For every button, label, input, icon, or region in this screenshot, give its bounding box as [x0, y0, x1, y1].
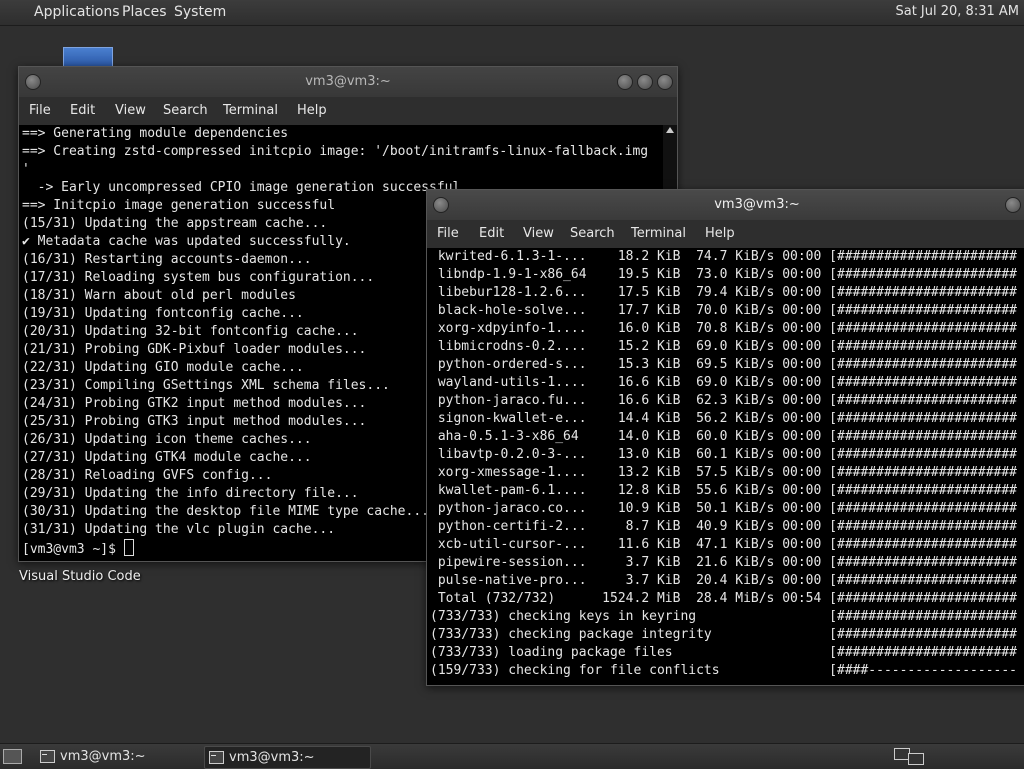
menu-view[interactable]: View — [115, 103, 146, 118]
terminal-line: ' — [22, 162, 30, 177]
titlebar[interactable]: vm3@vm3:~ — [427, 190, 1024, 220]
menu-search[interactable]: Search — [163, 103, 208, 118]
menu-help[interactable]: Help — [297, 103, 327, 118]
minimize-icon[interactable] — [617, 74, 633, 90]
places-menu[interactable]: Places — [122, 4, 167, 20]
terminal-line: libavtp-0.2.0-3-... 13.0 KiB 60.1 KiB/s … — [430, 447, 1017, 462]
terminal-icon — [40, 750, 55, 763]
minimize-icon[interactable] — [1005, 197, 1021, 213]
applications-menu[interactable]: Applications — [34, 4, 120, 20]
terminal-line: xorg-xmessage-1.... 13.2 KiB 57.5 KiB/s … — [430, 465, 1017, 480]
terminal-output[interactable]: kwrited-6.1.3-1-... 18.2 KiB 74.7 KiB/s … — [427, 248, 1024, 685]
vscode-desktop-label[interactable]: Visual Studio Code — [19, 569, 141, 584]
terminal-line: (159/733) checking for file conflicts [#… — [430, 663, 1017, 678]
window-menu-icon[interactable] — [25, 74, 41, 90]
menu-file[interactable]: File — [437, 226, 459, 241]
menu-help[interactable]: Help — [705, 226, 735, 241]
terminal-line: python-jaraco.fu... 16.6 KiB 62.3 KiB/s … — [430, 393, 1017, 408]
terminal-line: libmicrodns-0.2.... 15.2 KiB 69.0 KiB/s … — [430, 339, 1017, 354]
task-label: vm3@vm3:~ — [229, 750, 315, 765]
terminal-line: (733/733) checking package integrity [##… — [430, 627, 1017, 642]
terminal-line: python-ordered-s... 15.3 KiB 69.5 KiB/s … — [430, 357, 1017, 372]
menubar: File Edit View Search Terminal Help — [19, 97, 677, 125]
terminal-line: kwallet-pam-6.1.... 12.8 KiB 55.6 KiB/s … — [430, 483, 1017, 498]
workspace-switcher-icon[interactable] — [908, 753, 924, 765]
window-title: vm3@vm3:~ — [305, 74, 391, 89]
menu-file[interactable]: File — [29, 103, 51, 118]
top-panel: Applications Places System Sat Jul 20, 8… — [0, 0, 1024, 26]
terminal-line: aha-0.5.1-3-x86_64 14.0 KiB 60.0 KiB/s 0… — [430, 429, 1017, 444]
terminal-line: pipewire-session... 3.7 KiB 21.6 KiB/s 0… — [430, 555, 1017, 570]
taskbar-item-terminal-1[interactable]: vm3@vm3:~ — [36, 746, 201, 767]
terminal-line: Total (732/732) 1524.2 MiB 28.4 MiB/s 00… — [430, 591, 1017, 606]
terminal-line: black-hole-solve... 17.7 KiB 70.0 KiB/s … — [430, 303, 1017, 318]
menu-search[interactable]: Search — [570, 226, 615, 241]
terminal-line: xorg-xdpyinfo-1.... 16.0 KiB 70.8 KiB/s … — [430, 321, 1017, 336]
cursor — [123, 539, 134, 556]
terminal-icon — [209, 751, 224, 764]
system-menu[interactable]: System — [174, 4, 226, 20]
menu-view[interactable]: View — [523, 226, 554, 241]
terminal-line: pulse-native-pro... 3.7 KiB 20.4 KiB/s 0… — [430, 573, 1017, 588]
show-desktop-icon[interactable] — [3, 749, 22, 764]
clock[interactable]: Sat Jul 20, 8:31 AM — [895, 4, 1019, 19]
maximize-icon[interactable] — [637, 74, 653, 90]
terminal-line: python-certifi-2... 8.7 KiB 40.9 KiB/s 0… — [430, 519, 1017, 534]
terminal-line: (733/733) loading package files [#######… — [430, 645, 1017, 660]
terminal-line: libndp-1.9-1-x86_64 19.5 KiB 73.0 KiB/s … — [430, 267, 1017, 282]
terminal-line: ==> Generating module dependencies — [22, 126, 289, 141]
vscode-desktop-icon[interactable] — [63, 47, 113, 66]
taskbar-item-terminal-2[interactable]: vm3@vm3:~ — [204, 746, 371, 769]
menu-terminal[interactable]: Terminal — [223, 103, 278, 118]
menu-edit[interactable]: Edit — [479, 226, 504, 241]
terminal-window-front[interactable]: vm3@vm3:~ File Edit View Search Terminal… — [426, 189, 1024, 686]
menu-terminal[interactable]: Terminal — [631, 226, 686, 241]
menu-edit[interactable]: Edit — [70, 103, 95, 118]
terminal-line: signon-kwallet-e... 14.4 KiB 56.2 KiB/s … — [430, 411, 1017, 426]
bottom-panel: vm3@vm3:~ vm3@vm3:~ — [0, 743, 1024, 769]
terminal-line: libebur128-1.2.6... 17.5 KiB 79.4 KiB/s … — [430, 285, 1017, 300]
window-title: vm3@vm3:~ — [714, 197, 800, 212]
window-menu-icon[interactable] — [433, 197, 449, 213]
menubar: File Edit View Search Terminal Help — [427, 220, 1024, 248]
terminal-line: xcb-util-cursor-... 11.6 KiB 47.1 KiB/s … — [430, 537, 1017, 552]
titlebar[interactable]: vm3@vm3:~ — [19, 67, 677, 97]
terminal-line: ==> Creating zstd-compressed initcpio im… — [22, 144, 649, 159]
terminal-line: kwrited-6.1.3-1-... 18.2 KiB 74.7 KiB/s … — [430, 249, 1017, 264]
terminal-line: (733/733) checking keys in keyring [####… — [430, 609, 1017, 624]
close-icon[interactable] — [657, 74, 673, 90]
scroll-up-icon[interactable] — [666, 127, 674, 133]
terminal-line: python-jaraco.co... 10.9 KiB 50.1 KiB/s … — [430, 501, 1017, 516]
terminal-line: wayland-utils-1.... 16.6 KiB 69.0 KiB/s … — [430, 375, 1017, 390]
task-label: vm3@vm3:~ — [60, 749, 146, 764]
